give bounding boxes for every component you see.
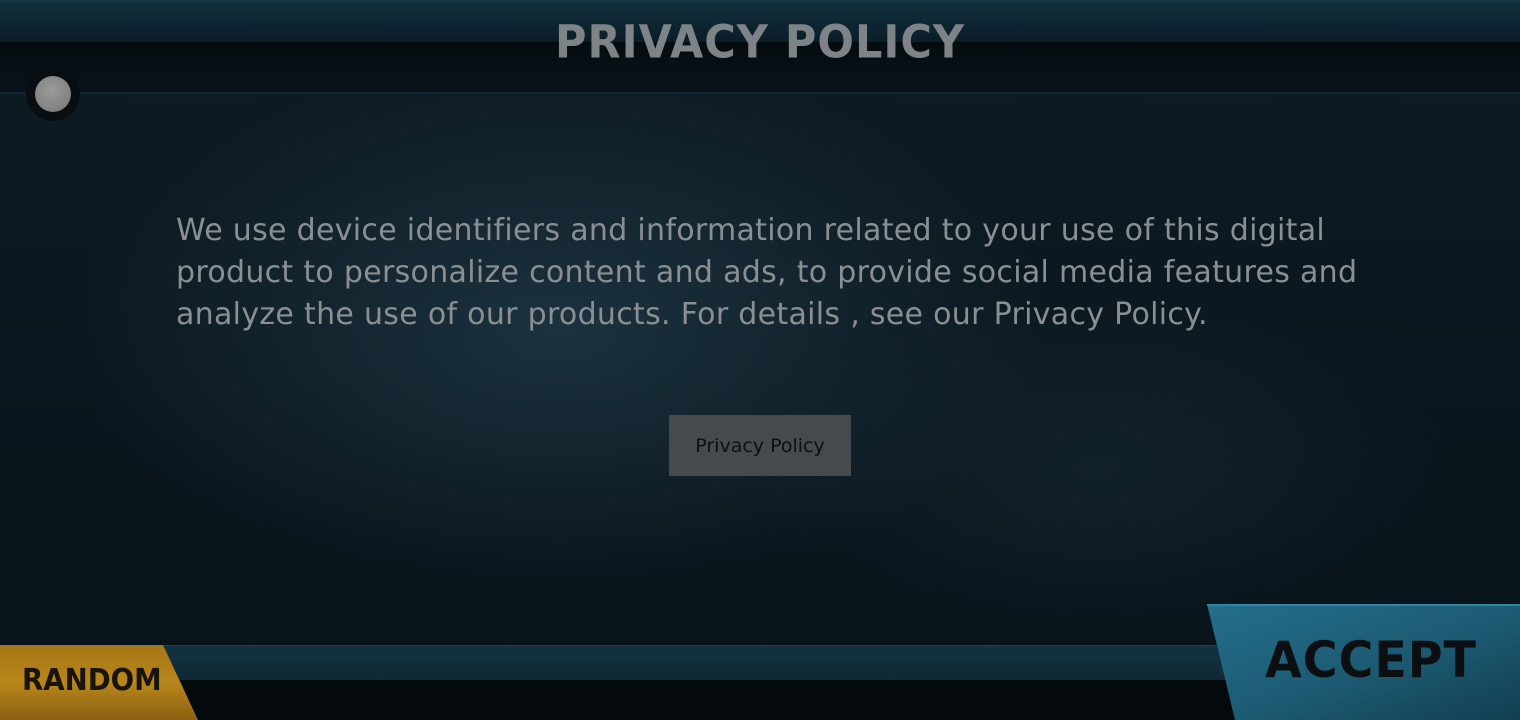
circle-icon [35,76,71,112]
status-indicator [26,67,80,121]
accept-button-label: ACCEPT [1265,631,1477,689]
privacy-notice-text: We use device identifiers and informatio… [176,213,1358,332]
page-title: PRIVACY POLICY [554,16,966,70]
accept-button[interactable]: ACCEPT [1207,604,1520,720]
header-bar: PRIVACY POLICY [0,0,1520,94]
privacy-policy-button[interactable]: Privacy Policy [669,415,851,476]
privacy-policy-screen: PRIVACY POLICY We use device identifiers… [0,0,1520,720]
random-button-label: RANDOM [22,663,162,698]
random-button[interactable]: RANDOM [0,645,200,720]
